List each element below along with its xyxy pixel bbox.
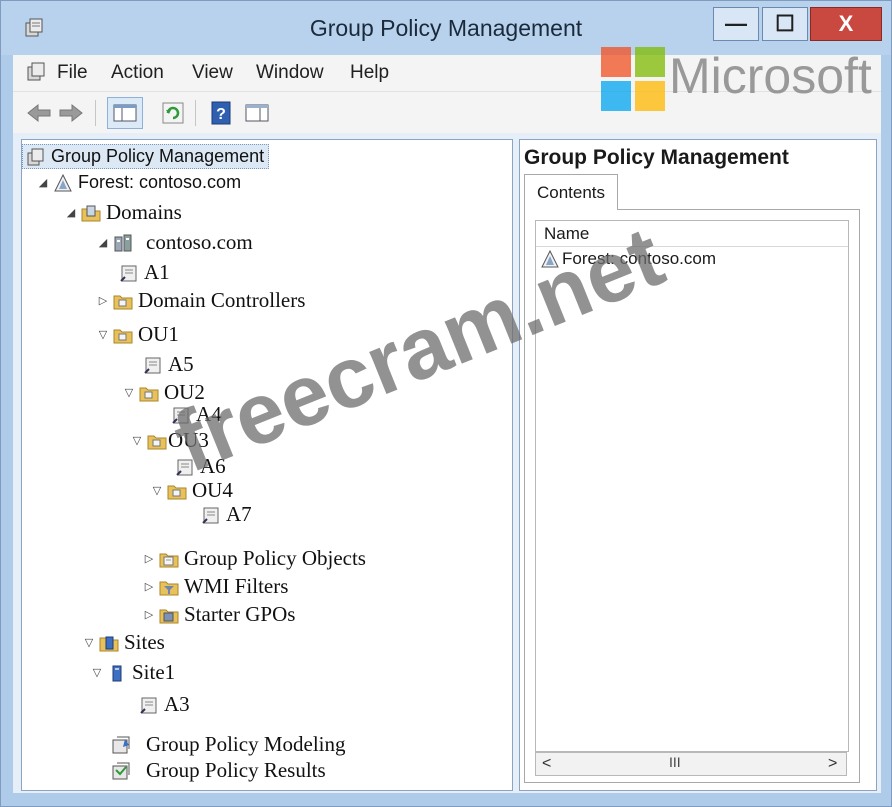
tree-node-wmi[interactable]: ▷ WMI Filters (142, 574, 289, 599)
starter-gpo-icon (159, 609, 179, 623)
gpo-link-icon (140, 697, 157, 714)
tree-node-a1[interactable]: A1 (116, 260, 170, 285)
scroll-right-arrow[interactable]: > (828, 755, 837, 773)
tree-node-domain-controllers[interactable]: ▷ Domain Controllers (96, 288, 306, 313)
domains-folder-icon (81, 205, 101, 221)
tree-node-starter[interactable]: ▷ Starter GPOs (142, 602, 296, 627)
collapse-icon[interactable]: ◢ (96, 236, 110, 249)
gpo-link-icon (144, 357, 161, 374)
app-window: Group Policy Management — ☐ X File Actio… (0, 0, 892, 807)
tree-label: Site1 (132, 660, 176, 684)
tree-node-results[interactable]: Group Policy Results (108, 758, 326, 783)
wmi-filter-icon (159, 581, 179, 595)
modeling-icon (112, 736, 130, 753)
toolbar-separator (195, 100, 196, 126)
menu-file[interactable]: File (57, 62, 88, 84)
menu-help[interactable]: Help (350, 62, 389, 84)
close-button[interactable]: X (810, 7, 882, 41)
domain-icon (114, 234, 132, 251)
tree-node-modeling[interactable]: Group Policy Modeling (108, 732, 346, 757)
tree-node-domains[interactable]: ◢ Domains (64, 200, 182, 225)
ou-folder-icon (139, 387, 159, 401)
svg-text:?: ? (216, 106, 226, 123)
console-icon[interactable] (25, 61, 47, 83)
tree-node-site1[interactable]: ▽ Site1 (90, 660, 175, 685)
tree-label: A7 (226, 502, 252, 526)
tree-label: A1 (144, 260, 170, 284)
collapse-icon[interactable]: ◢ (64, 206, 78, 219)
tree-label: A3 (164, 692, 190, 716)
expand-icon[interactable]: ▷ (142, 608, 156, 621)
tree-label: Group Policy Management (51, 146, 265, 166)
details-title: Group Policy Management (524, 146, 789, 169)
results-icon (112, 762, 130, 779)
expand-icon[interactable]: ▷ (96, 294, 110, 307)
menu-action[interactable]: Action (111, 62, 164, 84)
gpm-icon (27, 148, 44, 165)
refresh-icon[interactable] (159, 99, 187, 127)
menu-window[interactable]: Window (256, 62, 324, 84)
tree-label: Starter GPOs (184, 602, 296, 626)
tree-label: OU1 (138, 322, 179, 346)
expand-icon[interactable]: ▷ (142, 580, 156, 593)
tree-label: Domains (106, 200, 182, 224)
horizontal-scrollbar[interactable]: < III > (535, 752, 847, 776)
forest-icon (54, 173, 72, 191)
tree-node-forest[interactable]: ◢ Forest: contoso.com (36, 172, 241, 193)
tree-label: Group Policy Modeling (146, 732, 346, 756)
toolbar-separator (95, 100, 96, 126)
scroll-left-arrow[interactable]: < (542, 755, 551, 773)
collapse-icon[interactable]: ▽ (96, 328, 110, 341)
menu-view[interactable]: View (192, 62, 233, 84)
microsoft-logo (601, 47, 665, 111)
scroll-grip[interactable]: III (669, 754, 681, 770)
microsoft-watermark-text: Microsoft (669, 48, 872, 104)
collapse-icon[interactable]: ▽ (130, 434, 144, 447)
ou-folder-icon (147, 435, 167, 449)
tree-node-gpo[interactable]: ▷ Group Policy Objects (142, 546, 366, 571)
properties-icon[interactable] (243, 99, 271, 127)
ou-folder-icon (113, 329, 133, 343)
tree-node-sites[interactable]: ▽ Sites (82, 630, 165, 655)
tree-label: Group Policy Objects (184, 546, 366, 570)
back-arrow-icon[interactable] (25, 99, 53, 127)
ou-folder-icon (167, 485, 187, 499)
help-icon[interactable]: ? (207, 99, 235, 127)
tree-label: Group Policy Results (146, 758, 326, 782)
console-body: Group Policy Management ◢ Forest: contos… (13, 133, 881, 793)
collapse-icon[interactable]: ▽ (150, 484, 164, 497)
site-icon (112, 665, 122, 681)
tree-node-a5[interactable]: A5 (140, 352, 194, 377)
minimize-button[interactable]: — (713, 7, 759, 41)
maximize-button[interactable]: ☐ (762, 7, 808, 41)
tree-node-contoso[interactable]: ◢ contoso.com (96, 230, 253, 255)
tree-label: WMI Filters (184, 574, 289, 598)
collapse-icon[interactable]: ▽ (122, 386, 136, 399)
tree-label: Domain Controllers (138, 288, 306, 312)
tree-node-ou1[interactable]: ▽ OU1 (96, 322, 179, 347)
tree-node-a7[interactable]: A7 (198, 502, 252, 527)
gpo-link-icon (202, 507, 219, 524)
ou-folder-icon (113, 295, 133, 309)
collapse-icon[interactable]: ◢ (36, 176, 50, 189)
collapse-icon[interactable]: ▽ (90, 666, 104, 679)
console-tree[interactable]: Group Policy Management ◢ Forest: contos… (21, 139, 513, 791)
collapse-icon[interactable]: ▽ (82, 636, 96, 649)
sites-icon (99, 636, 119, 651)
gpo-folder-icon (159, 553, 179, 567)
tree-node-a3[interactable]: A3 (136, 692, 190, 717)
gpo-link-icon (120, 265, 137, 282)
tree-label: Forest: contoso.com (78, 172, 242, 192)
forward-arrow-icon[interactable] (57, 99, 85, 127)
tree-label: contoso.com (146, 230, 253, 254)
expand-icon[interactable]: ▷ (142, 552, 156, 565)
tree-node-root[interactable]: Group Policy Management (22, 144, 270, 169)
tab-contents[interactable]: Contents (524, 174, 618, 210)
tree-label: A5 (168, 352, 194, 376)
show-hide-tree-icon[interactable] (107, 97, 143, 129)
tree-label: Sites (124, 630, 165, 654)
